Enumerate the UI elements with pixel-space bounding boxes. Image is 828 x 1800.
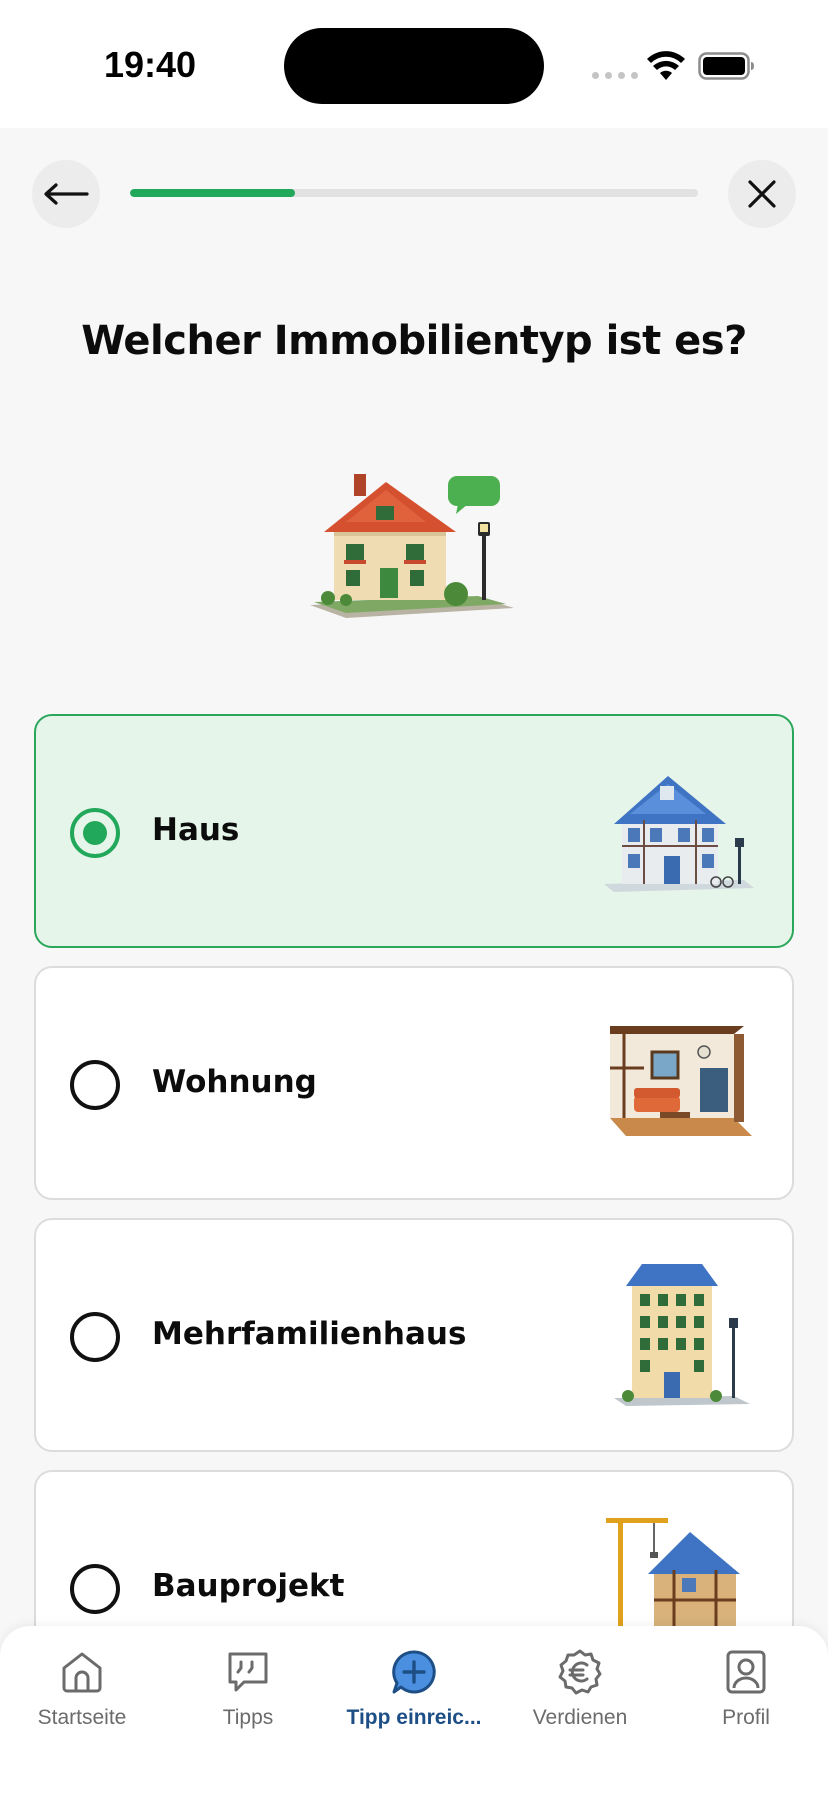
radio-button-selected[interactable] <box>70 808 120 858</box>
tab-tipps[interactable]: Tipps <box>168 1648 328 1748</box>
radio-button[interactable] <box>70 1060 120 1110</box>
tab-label: Tipp einreic... <box>346 1706 482 1729</box>
tab-profil[interactable]: Profil <box>666 1648 826 1748</box>
wifi-icon <box>647 51 685 80</box>
option-label: Haus <box>152 812 240 848</box>
profile-icon <box>726 1650 766 1694</box>
add-bubble-icon <box>392 1650 436 1694</box>
dynamic-island <box>284 28 544 104</box>
question-title: Welcher Immobilientyp ist es? <box>81 318 747 364</box>
status-bar: 19:40 <box>0 0 828 128</box>
cellular-signal-icon <box>592 72 638 79</box>
radio-dot <box>83 821 107 845</box>
option-label: Bauprojekt <box>152 1568 345 1604</box>
tab-label: Profil <box>722 1706 770 1729</box>
option-haus[interactable]: Haus <box>34 714 794 948</box>
option-label: Mehrfamilienhaus <box>152 1316 467 1352</box>
tab-verdienen[interactable]: Verdienen <box>500 1648 660 1748</box>
multi-family-house-illustration <box>614 1264 750 1406</box>
bottom-tab-bar: Startseite Tipps Tipp einreic... Verdien… <box>0 1626 828 1800</box>
option-mehrfamilienhaus[interactable]: Mehrfamilienhaus <box>34 1218 794 1452</box>
tab-startseite[interactable]: Startseite <box>2 1648 162 1748</box>
progress-fill <box>130 189 295 197</box>
tab-label: Startseite <box>37 1706 127 1729</box>
close-icon <box>748 180 776 208</box>
house-hero-illustration <box>310 474 514 618</box>
status-time: 19:40 <box>104 44 197 85</box>
apartment-interior-illustration <box>610 1026 752 1136</box>
option-label: Wohnung <box>152 1064 317 1100</box>
tab-label: Verdienen <box>532 1706 628 1729</box>
quote-bubble-icon <box>228 1652 268 1692</box>
radio-button[interactable] <box>70 1564 120 1614</box>
tab-tipp-einreichen[interactable]: Tipp einreic... <box>334 1648 494 1748</box>
arrow-left-icon <box>44 183 89 205</box>
house-illustration <box>604 776 754 892</box>
tab-label: Tipps <box>222 1706 274 1729</box>
radio-button[interactable] <box>70 1312 120 1362</box>
home-icon <box>62 1652 102 1693</box>
progress-bar <box>130 189 698 197</box>
battery-icon <box>698 52 754 80</box>
option-wohnung[interactable]: Wohnung <box>34 966 794 1200</box>
back-button[interactable] <box>32 160 100 228</box>
euro-icon <box>558 1649 602 1695</box>
close-button[interactable] <box>728 160 796 228</box>
